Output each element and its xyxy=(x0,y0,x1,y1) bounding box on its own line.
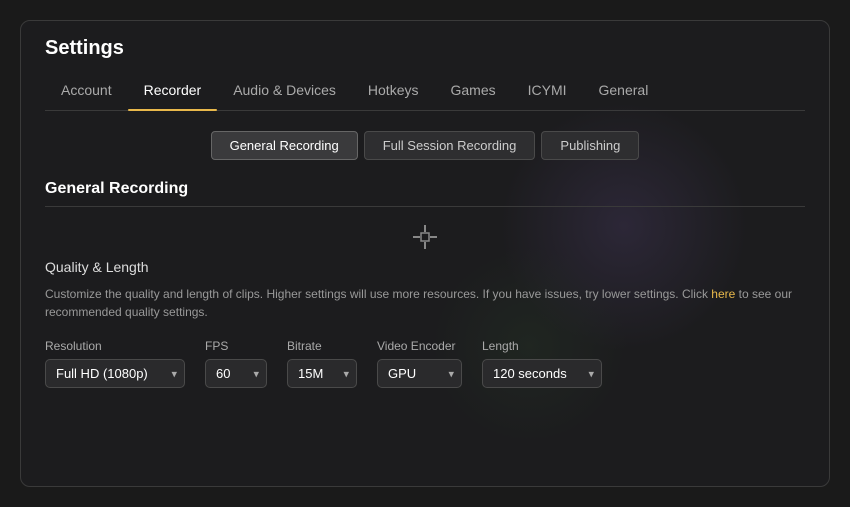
tab-games[interactable]: Games xyxy=(434,74,511,110)
bitrate-dropdown[interactable]: 5M 10M 15M 20M 30M xyxy=(287,359,357,388)
controls-row: Resolution Full HD (1080p) HD (720p) 4K … xyxy=(45,339,805,388)
subsection-title: Quality & Length xyxy=(45,259,805,275)
fps-label: FPS xyxy=(205,339,267,353)
bitrate-dropdown-wrapper: 5M 10M 15M 20M 30M xyxy=(287,359,357,388)
length-label: Length xyxy=(482,339,602,353)
tab-icymi[interactable]: ICYMI xyxy=(512,74,583,110)
crosshair-icon xyxy=(45,223,805,251)
recommended-settings-link[interactable]: here xyxy=(711,287,735,301)
sub-tab-general-recording[interactable]: General Recording xyxy=(211,131,358,160)
sub-tab-full-session[interactable]: Full Session Recording xyxy=(364,131,536,160)
resolution-dropdown-wrapper: Full HD (1080p) HD (720p) 4K (2160p) xyxy=(45,359,185,388)
length-control: Length 30 seconds 60 seconds 120 seconds… xyxy=(482,339,602,388)
length-dropdown[interactable]: 30 seconds 60 seconds 120 seconds 180 se… xyxy=(482,359,602,388)
resolution-label: Resolution xyxy=(45,339,185,353)
sub-tabs: General Recording Full Session Recording… xyxy=(45,131,805,160)
encoder-control: Video Encoder GPU CPU xyxy=(377,339,462,388)
tab-general[interactable]: General xyxy=(583,74,665,110)
description: Customize the quality and length of clip… xyxy=(45,285,805,321)
tab-hotkeys[interactable]: Hotkeys xyxy=(352,74,435,110)
fps-control: FPS 30 60 120 xyxy=(205,339,267,388)
fps-dropdown-wrapper: 30 60 120 xyxy=(205,359,267,388)
resolution-control: Resolution Full HD (1080p) HD (720p) 4K … xyxy=(45,339,185,388)
tab-audio-devices[interactable]: Audio & Devices xyxy=(217,74,352,110)
description-text-1: Customize the quality and length of clip… xyxy=(45,287,711,301)
encoder-dropdown[interactable]: GPU CPU xyxy=(377,359,462,388)
tab-recorder[interactable]: Recorder xyxy=(128,74,218,110)
tab-account[interactable]: Account xyxy=(45,74,128,110)
settings-window: Settings Account Recorder Audio & Device… xyxy=(20,20,830,487)
sub-tab-publishing[interactable]: Publishing xyxy=(541,131,639,160)
window-title: Settings xyxy=(45,37,805,60)
main-content: General Recording Full Session Recording… xyxy=(21,111,829,486)
nav-tabs: Account Recorder Audio & Devices Hotkeys… xyxy=(45,74,805,111)
bitrate-label: Bitrate xyxy=(287,339,357,353)
bitrate-control: Bitrate 5M 10M 15M 20M 30M xyxy=(287,339,357,388)
length-dropdown-wrapper: 30 seconds 60 seconds 120 seconds 180 se… xyxy=(482,359,602,388)
title-bar: Settings Account Recorder Audio & Device… xyxy=(21,21,829,111)
encoder-label: Video Encoder xyxy=(377,339,462,353)
encoder-dropdown-wrapper: GPU CPU xyxy=(377,359,462,388)
resolution-dropdown[interactable]: Full HD (1080p) HD (720p) 4K (2160p) xyxy=(45,359,185,388)
section-title: General Recording xyxy=(45,180,805,207)
fps-dropdown[interactable]: 30 60 120 xyxy=(205,359,267,388)
